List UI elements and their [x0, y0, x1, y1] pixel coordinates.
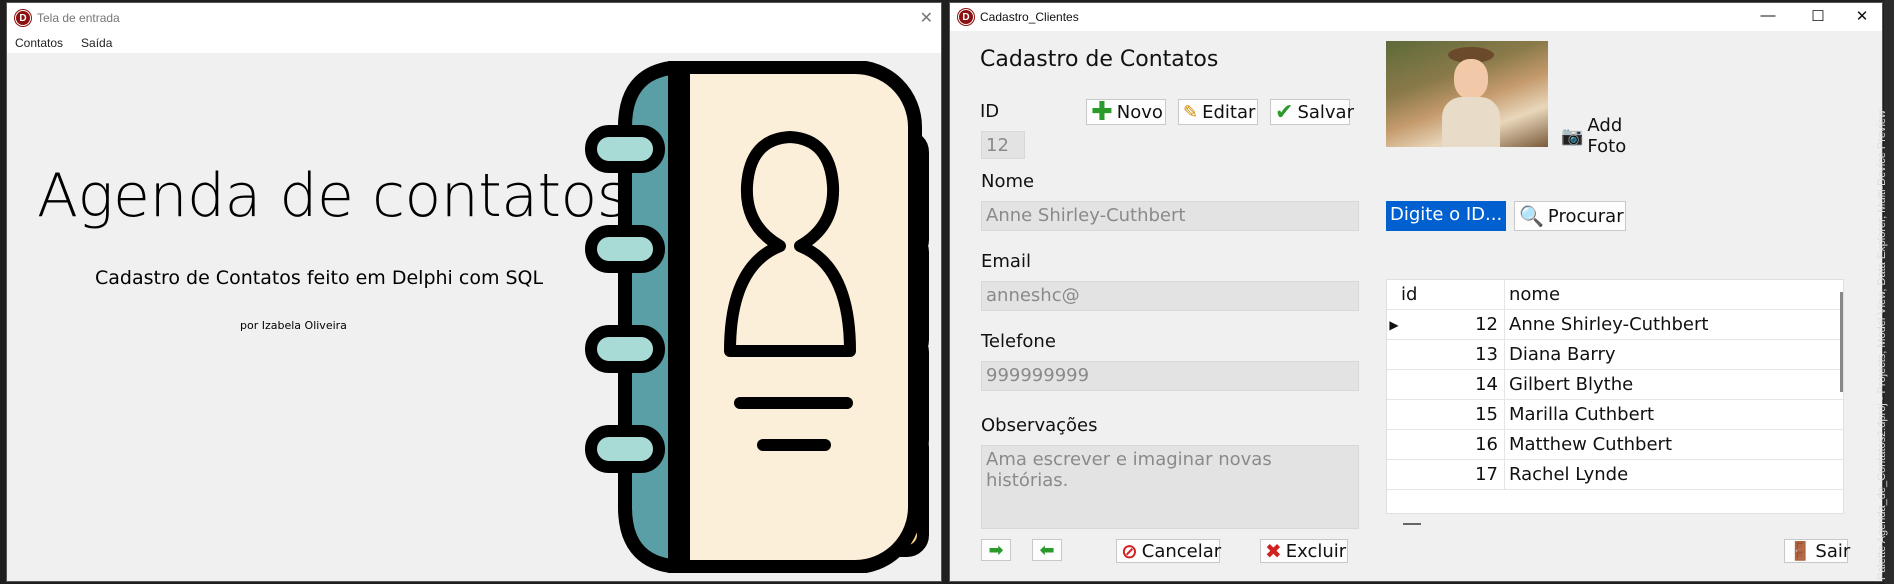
plus-icon: ✚: [1091, 97, 1113, 127]
observacoes-label: Observações: [981, 415, 1098, 436]
nome-label: Nome: [981, 171, 1035, 192]
table-cell-id: 12: [1401, 310, 1505, 339]
id-field[interactable]: 12: [981, 131, 1025, 159]
minimize-icon[interactable]: —: [1748, 7, 1788, 24]
camera-icon: 📷: [1561, 125, 1584, 147]
editar-button-label: Editar: [1202, 101, 1256, 123]
add-foto-button-label: Add Foto: [1587, 115, 1627, 157]
salvar-button[interactable]: ✔ Salvar: [1270, 99, 1354, 125]
table-cell-nome: Gilbert Blythe: [1509, 374, 1634, 395]
table-cell-nome: Marilla Cuthbert: [1509, 404, 1655, 425]
table-cell-id: 17: [1401, 460, 1505, 489]
menu-item-saida[interactable]: Saída: [81, 36, 112, 50]
cancelar-button-label: Cancelar: [1141, 540, 1222, 562]
delete-x-icon: ✖: [1265, 539, 1282, 563]
entry-window-titlebar[interactable]: D Tela de entrada ✕: [7, 3, 941, 33]
add-foto-button[interactable]: 📷 Add Foto: [1556, 115, 1666, 157]
current-row-indicator-icon: ▶: [1389, 317, 1399, 332]
id-label: ID: [980, 101, 1000, 122]
check-icon: ✔: [1275, 99, 1294, 125]
menu-bar: Contatos Saída: [7, 33, 941, 53]
telefone-label: Telefone: [981, 331, 1056, 352]
email-field[interactable]: anneshc@: [981, 281, 1359, 311]
excluir-button-label: Excluir: [1285, 540, 1347, 562]
cancelar-button[interactable]: ⊘ Cancelar: [1116, 539, 1222, 563]
close-icon[interactable]: ✕: [920, 8, 933, 28]
grid-header: id nome: [1387, 280, 1843, 310]
previous-record-button[interactable]: ⬅: [1032, 539, 1062, 561]
table-row[interactable]: 15 Marilla Cuthbert: [1387, 400, 1843, 430]
cadastro-window-title: Cadastro_Clientes: [980, 10, 1079, 24]
arrow-left-icon: ⬅: [1039, 539, 1055, 561]
sair-button-label: Sair: [1815, 540, 1851, 562]
table-cell-id: 15: [1401, 400, 1505, 429]
column-header-nome[interactable]: nome: [1505, 284, 1843, 305]
entry-window: D Tela de entrada ✕ Contatos Saída Agend…: [6, 2, 942, 582]
procurar-button-label: Procurar: [1547, 205, 1624, 227]
arrow-right-icon: ➡: [988, 539, 1004, 561]
author-credit: por Izabela Oliveira: [240, 319, 347, 332]
novo-button-label: Novo: [1116, 101, 1163, 123]
sair-button[interactable]: 🚪 Sair: [1784, 539, 1851, 563]
table-cell-id: 13: [1401, 340, 1505, 369]
page-title: Agenda de contatos: [37, 161, 628, 231]
cadastro-window-titlebar[interactable]: D Cadastro_Clientes: [950, 3, 1882, 31]
address-book-illustration: [585, 61, 929, 573]
table-cell-id: 14: [1401, 370, 1505, 399]
ide-side-panel-text: Palette Agenda_de_Contatos2.dproj - Proj…: [1876, 110, 1888, 580]
entry-window-title: Tela de entrada: [37, 11, 120, 25]
salvar-button-label: Salvar: [1297, 101, 1354, 123]
table-row[interactable]: 17 Rachel Lynde: [1387, 460, 1843, 490]
form-title: Cadastro de Contatos: [980, 47, 1219, 72]
column-header-id[interactable]: id: [1401, 280, 1505, 309]
maximize-icon[interactable]: ☐: [1798, 7, 1838, 25]
search-icon: 🔍: [1519, 204, 1544, 228]
search-id-input[interactable]: Digite o ID...: [1386, 201, 1506, 231]
contacts-grid[interactable]: id nome ▶ 12 Anne Shirley-Cuthbert 13 Di…: [1386, 279, 1844, 525]
grid-vertical-scrollbar[interactable]: [1840, 292, 1843, 392]
delphi-app-icon: D: [958, 9, 974, 25]
table-cell-nome: Rachel Lynde: [1509, 464, 1629, 485]
contact-photo: [1386, 41, 1548, 147]
cadastro-window: D Cadastro_Clientes — ☐ ✕ Cadastro de Co…: [949, 2, 1883, 582]
menu-item-contatos[interactable]: Contatos: [15, 36, 63, 50]
telefone-field[interactable]: 999999999: [981, 361, 1359, 391]
table-cell-nome: Anne Shirley-Cuthbert: [1509, 314, 1709, 335]
novo-button[interactable]: ✚ Novo: [1086, 99, 1166, 125]
table-row[interactable]: 16 Matthew Cuthbert: [1387, 430, 1843, 460]
next-record-button[interactable]: ➡: [981, 539, 1011, 561]
delphi-app-icon: D: [15, 10, 31, 26]
pencil-icon: ✎: [1183, 101, 1199, 123]
table-cell-id: 16: [1401, 430, 1505, 459]
exit-door-icon: 🚪: [1789, 540, 1812, 562]
page-subtitle: Cadastro de Contatos feito em Delphi com…: [95, 267, 544, 289]
table-cell-nome: Diana Barry: [1509, 344, 1616, 365]
table-cell-nome: Matthew Cuthbert: [1509, 434, 1673, 455]
grid-horizontal-scrollbar[interactable]: [1403, 523, 1421, 525]
table-row[interactable]: 13 Diana Barry: [1387, 340, 1843, 370]
excluir-button[interactable]: ✖ Excluir: [1260, 539, 1348, 563]
table-row[interactable]: ▶ 12 Anne Shirley-Cuthbert: [1387, 310, 1843, 340]
email-label: Email: [981, 251, 1031, 272]
cancel-icon: ⊘: [1121, 539, 1138, 563]
observacoes-field[interactable]: Ama escrever e imaginar novas histórias.: [981, 445, 1359, 529]
nome-field[interactable]: Anne Shirley-Cuthbert: [981, 201, 1359, 231]
procurar-button[interactable]: 🔍 Procurar: [1514, 201, 1626, 231]
editar-button[interactable]: ✎ Editar: [1178, 99, 1258, 125]
table-row[interactable]: 14 Gilbert Blythe: [1387, 370, 1843, 400]
